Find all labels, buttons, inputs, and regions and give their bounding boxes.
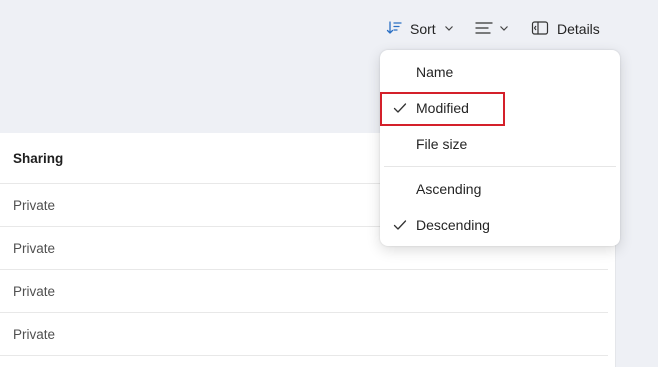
menu-item-label: Name xyxy=(416,64,454,80)
explorer-window: Sort Details Sharing Private Private Pri… xyxy=(0,0,658,367)
menu-item-descending[interactable]: Descending xyxy=(380,207,620,243)
sort-icon xyxy=(386,20,402,39)
menu-item-name[interactable]: Name xyxy=(380,54,620,90)
sort-menu: Name Modified File size Ascending Descen… xyxy=(380,50,620,246)
chevron-down-icon xyxy=(499,23,509,36)
sort-button[interactable]: Sort xyxy=(386,14,454,44)
menu-item-file-size[interactable]: File size xyxy=(380,126,620,162)
details-pane-icon xyxy=(531,20,549,39)
menu-item-label: Modified xyxy=(416,100,469,116)
checkmark-icon xyxy=(393,101,407,118)
chevron-down-icon xyxy=(444,23,454,36)
checkmark-icon xyxy=(393,218,407,235)
menu-item-label: File size xyxy=(416,136,468,152)
details-button[interactable]: Details xyxy=(531,14,600,44)
menu-item-modified[interactable]: Modified xyxy=(380,90,620,126)
menu-item-label: Ascending xyxy=(416,181,482,197)
menu-item-label: Descending xyxy=(416,217,490,233)
view-list-icon xyxy=(475,20,493,39)
sort-button-label: Sort xyxy=(410,21,436,37)
menu-separator xyxy=(384,166,616,167)
view-button[interactable] xyxy=(475,14,509,44)
table-row[interactable]: Private xyxy=(0,270,608,313)
details-button-label: Details xyxy=(557,21,600,37)
table-row[interactable]: Private xyxy=(0,313,608,356)
menu-item-ascending[interactable]: Ascending xyxy=(380,171,620,207)
